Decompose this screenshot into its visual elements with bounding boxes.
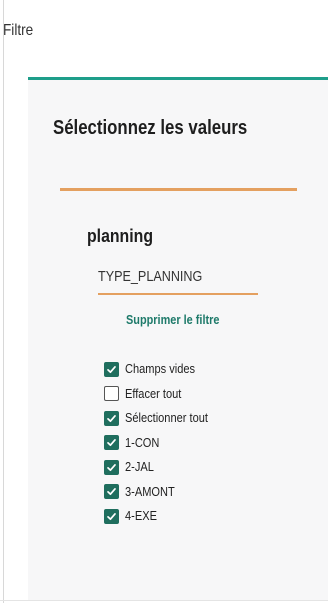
field-name: TYPE_PLANNING [98,268,203,285]
checkbox-checked[interactable] [104,459,119,475]
remove-filter-link[interactable]: Supprimer le filtre [126,312,219,328]
checkbox-checked[interactable] [104,410,119,426]
option-1-con[interactable]: 1-CON [104,435,223,451]
checkbox-checked[interactable] [104,508,119,524]
option-2-jal[interactable]: 2-JAL [104,459,223,475]
value-options-list: Champs vides Effacer tout Sélectionner t… [104,361,223,533]
field-title: planning [87,226,153,246]
option-label: 3-AMONT [125,483,175,499]
panel-heading: Sélectionnez les valeurs [53,117,248,139]
option-label: 4-EXE [125,508,157,523]
check-icon [107,414,116,422]
option-selectionner-tout[interactable]: Sélectionner tout [104,410,223,426]
check-icon [107,463,116,471]
checkbox-checked[interactable] [104,484,119,499]
check-icon [107,439,116,447]
check-icon [107,488,116,496]
option-label: Effacer tout [125,385,182,401]
option-effacer-tout[interactable]: Effacer tout [104,386,223,402]
checkbox-checked[interactable] [104,361,119,377]
option-label: Sélectionner tout [125,410,208,425]
checkbox-unchecked[interactable] [104,386,119,401]
section-divider [60,188,297,191]
option-label: Champs vides [125,361,196,376]
option-4-exe[interactable]: 4-EXE [104,508,223,524]
bottom-border [0,600,328,601]
window-title: Filtre [3,22,34,39]
checkbox-checked[interactable] [104,435,119,450]
left-border [3,0,4,603]
option-3-amont[interactable]: 3-AMONT [104,484,223,500]
filter-dialog: Filtre Sélectionnez les valeurs planning… [0,0,328,603]
option-label: 1-CON [125,434,160,450]
check-icon [107,512,116,520]
field-underline [98,293,258,295]
option-champs-vides[interactable]: Champs vides [104,361,223,377]
option-label: 2-JAL [125,459,154,474]
check-icon [107,365,116,373]
